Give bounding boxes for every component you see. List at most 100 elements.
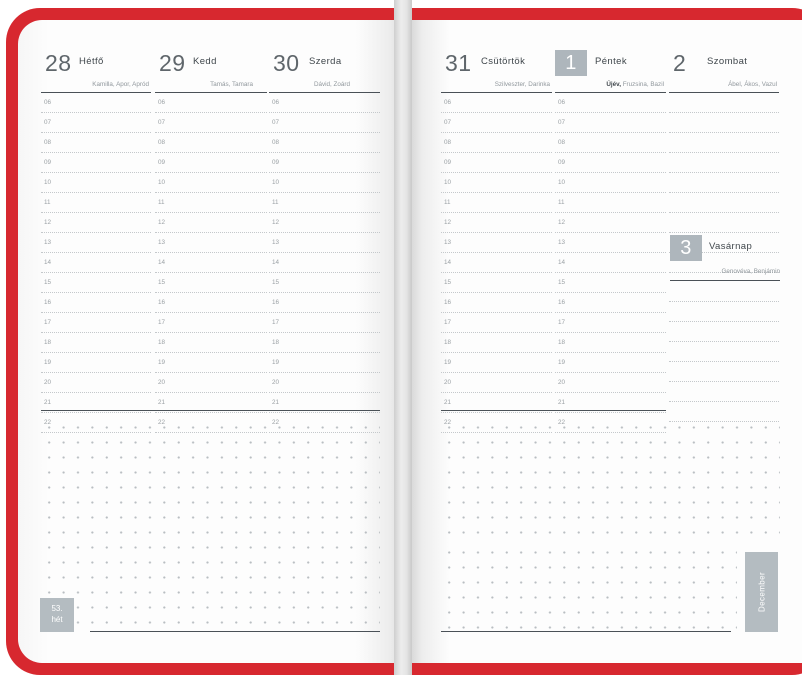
- hour-row[interactable]: 19: [441, 353, 552, 373]
- hour-row[interactable]: 17: [555, 313, 666, 333]
- hour-row[interactable]: 18: [155, 333, 267, 353]
- name-days-list: Fruzsina, Bazil: [622, 81, 664, 88]
- day-number: 3: [670, 235, 702, 261]
- hour-row[interactable]: 07: [441, 113, 552, 133]
- month-label: December: [757, 571, 766, 613]
- hour-row[interactable]: 13: [155, 233, 267, 253]
- hour-row[interactable]: 20: [155, 373, 267, 393]
- hour-row[interactable]: 17: [155, 313, 267, 333]
- blank-row[interactable]: [669, 382, 779, 402]
- hour-label: 21: [272, 399, 280, 406]
- hour-row[interactable]: 15: [41, 273, 151, 293]
- hour-row[interactable]: 07: [155, 113, 267, 133]
- hour-row[interactable]: 16: [441, 293, 552, 313]
- hour-row[interactable]: 10: [41, 173, 151, 193]
- blank-row[interactable]: [669, 402, 779, 422]
- hour-row[interactable]: 06: [441, 93, 552, 113]
- holiday-name: Újév,: [606, 81, 621, 88]
- hour-row[interactable]: 07: [269, 113, 380, 133]
- hour-row[interactable]: 20: [441, 373, 552, 393]
- hour-row[interactable]: 19: [41, 353, 151, 373]
- hour-row[interactable]: 10: [441, 173, 552, 193]
- hour-row[interactable]: 09: [269, 153, 380, 173]
- hour-row[interactable]: 06: [269, 93, 380, 113]
- hour-row[interactable]: 15: [555, 273, 666, 293]
- hour-row[interactable]: 07: [555, 113, 666, 133]
- hour-row[interactable]: 09: [41, 153, 151, 173]
- hour-row[interactable]: 13: [555, 233, 666, 253]
- hour-row[interactable]: 15: [441, 273, 552, 293]
- hour-row[interactable]: 16: [269, 293, 380, 313]
- hour-row[interactable]: 16: [155, 293, 267, 313]
- hour-row[interactable]: 20: [41, 373, 151, 393]
- hour-row[interactable]: 14: [155, 253, 267, 273]
- hour-row[interactable]: 17: [441, 313, 552, 333]
- hour-row[interactable]: 14: [41, 253, 151, 273]
- hour-row[interactable]: 09: [441, 153, 552, 173]
- hour-row[interactable]: 09: [555, 153, 666, 173]
- hour-row[interactable]: 12: [155, 213, 267, 233]
- hour-row[interactable]: 06: [41, 93, 151, 113]
- hour-row[interactable]: 09: [155, 153, 267, 173]
- blank-row[interactable]: [669, 213, 779, 233]
- hour-row[interactable]: 11: [41, 193, 151, 213]
- blank-row[interactable]: [669, 113, 779, 133]
- blank-row[interactable]: [669, 173, 779, 193]
- hour-row[interactable]: 18: [41, 333, 151, 353]
- hour-row[interactable]: 19: [155, 353, 267, 373]
- hour-label: 06: [558, 99, 566, 106]
- hour-row[interactable]: 12: [441, 213, 552, 233]
- hour-row[interactable]: 13: [41, 233, 151, 253]
- hour-row[interactable]: 17: [41, 313, 151, 333]
- hour-row[interactable]: 12: [555, 213, 666, 233]
- hour-row[interactable]: 08: [441, 133, 552, 153]
- day-name: Vasárnap: [709, 241, 753, 252]
- day-name: Hétfő: [79, 56, 104, 67]
- hour-row[interactable]: 20: [269, 373, 380, 393]
- hour-row[interactable]: 14: [441, 253, 552, 273]
- hour-label: 08: [44, 139, 52, 146]
- blank-row[interactable]: [669, 342, 779, 362]
- hour-row[interactable]: 11: [269, 193, 380, 213]
- hour-row[interactable]: 19: [269, 353, 380, 373]
- blank-row[interactable]: [669, 193, 779, 213]
- hour-row[interactable]: 08: [155, 133, 267, 153]
- hour-row[interactable]: 19: [555, 353, 666, 373]
- hour-row[interactable]: 12: [41, 213, 151, 233]
- hour-rows: 0607080910111213141516171819202122: [41, 93, 151, 433]
- hour-row[interactable]: 11: [441, 193, 552, 213]
- hour-row[interactable]: 06: [155, 93, 267, 113]
- hour-row[interactable]: 11: [155, 193, 267, 213]
- blank-row[interactable]: [669, 362, 779, 382]
- hour-row[interactable]: 10: [155, 173, 267, 193]
- blank-row[interactable]: [669, 133, 779, 153]
- hour-row[interactable]: 07: [41, 113, 151, 133]
- hour-row[interactable]: 16: [555, 293, 666, 313]
- hour-row[interactable]: 18: [555, 333, 666, 353]
- hour-row[interactable]: 08: [41, 133, 151, 153]
- hour-row[interactable]: 20: [555, 373, 666, 393]
- hour-row[interactable]: 18: [441, 333, 552, 353]
- hour-row[interactable]: 15: [155, 273, 267, 293]
- hour-row[interactable]: 11: [555, 193, 666, 213]
- blank-row[interactable]: [669, 153, 779, 173]
- blank-row[interactable]: [669, 282, 779, 302]
- hour-row[interactable]: 13: [269, 233, 380, 253]
- hour-row[interactable]: 16: [41, 293, 151, 313]
- hour-row[interactable]: 08: [555, 133, 666, 153]
- hour-row[interactable]: 15: [269, 273, 380, 293]
- hour-row[interactable]: 06: [555, 93, 666, 113]
- hour-row[interactable]: 14: [555, 253, 666, 273]
- blank-row[interactable]: [669, 93, 779, 113]
- hour-row[interactable]: 10: [555, 173, 666, 193]
- hour-row[interactable]: 17: [269, 313, 380, 333]
- hour-row[interactable]: 08: [269, 133, 380, 153]
- planner-spread: 28 Hétfő Kamilla, Apor, Apród 06 07 08 09 10…: [0, 0, 802, 675]
- hour-row[interactable]: 14: [269, 253, 380, 273]
- blank-row[interactable]: [669, 302, 779, 322]
- hour-row[interactable]: 10: [269, 173, 380, 193]
- hour-row[interactable]: 12: [269, 213, 380, 233]
- blank-row[interactable]: [669, 322, 779, 342]
- hour-row[interactable]: 13: [441, 233, 552, 253]
- hour-row[interactable]: 18: [269, 333, 380, 353]
